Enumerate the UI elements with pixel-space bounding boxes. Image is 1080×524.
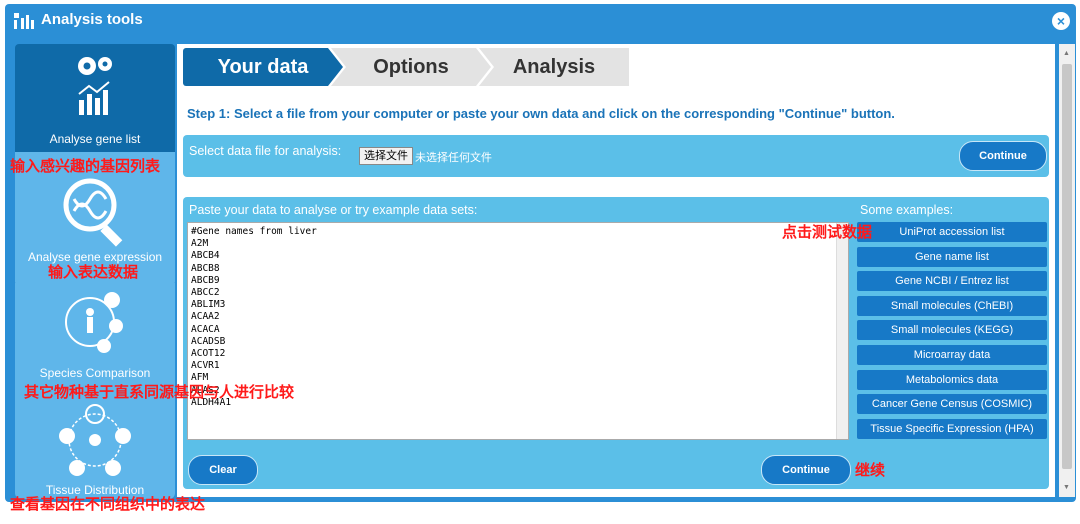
sidebar-item-label: Analyse gene list (49, 132, 141, 146)
file-panel: Select data file for analysis: 选择文件 未选择任… (183, 135, 1049, 177)
annotation-tissue: 查看基因在不同组织中的表达 (10, 496, 206, 513)
page-scrollbar[interactable]: ▲ ▼ (1059, 44, 1075, 497)
textarea-line: ACAA2 (191, 311, 220, 323)
example-button[interactable]: Small molecules (KEGG) (857, 320, 1047, 341)
annotation-continue: 继续 (855, 462, 886, 479)
tab-your-data[interactable]: Your data (183, 48, 343, 86)
example-button[interactable]: UniProt accession list (857, 222, 1047, 242)
file-label: Select data file for analysis: (189, 144, 342, 158)
textarea-line: ABCC2 (191, 287, 220, 299)
paste-label: Paste your data to analyse or try exampl… (189, 203, 478, 217)
annotation-expression: 输入表达数据 (48, 264, 139, 281)
textarea-line: ACOT12 (191, 348, 226, 360)
choose-file-button[interactable]: 选择文件 (359, 147, 413, 165)
textarea-line: ACVR1 (191, 360, 220, 372)
example-button[interactable]: Small molecules (ChEBI) (857, 295, 1047, 316)
textarea-scrollbar[interactable] (836, 223, 848, 439)
step-instruction: Step 1: Select a file from your computer… (187, 106, 895, 121)
textarea-line: ABCB9 (191, 274, 220, 286)
example-button[interactable]: Gene name list (857, 246, 1047, 267)
paste-textarea[interactable]: #Gene names from liver A2M ABCB4 ABCB8 ABCB9… (187, 222, 849, 440)
textarea-line: A2M (191, 238, 209, 250)
examples-label: Some examples: (860, 203, 954, 217)
example-button[interactable]: Microarray data (857, 345, 1047, 365)
textarea-line: ACACA (191, 323, 220, 335)
file-status: 未选择任何文件 (415, 152, 492, 164)
title-bar: Analysis tools × (5, 4, 1076, 36)
file-continue-button[interactable]: Continue (959, 141, 1047, 171)
organs-icon (59, 404, 131, 476)
sidebar-item-species-comparison[interactable]: Species Comparison (15, 366, 175, 380)
example-button[interactable]: Tissue Specific Expression (HPA) (857, 418, 1047, 439)
dna-magnifier-icon (63, 178, 123, 247)
paste-panel: Paste your data to analyse or try exampl… (183, 197, 1049, 489)
window-title: Analysis tools (41, 11, 143, 28)
species-icon (65, 292, 123, 353)
textarea-line: ABCB8 (191, 262, 220, 274)
annotation-test-data: 点击测试数据 (782, 224, 873, 241)
tab-analysis[interactable]: Analysis (479, 48, 629, 86)
annotation-species: 其它物种基于直系同源基因与人进行比较 (24, 384, 295, 401)
annotation-gene-list: 输入感兴趣的基因列表 (10, 158, 161, 175)
textarea-line: #Gene names from liver (191, 226, 317, 237)
textarea-line: ABLIM3 (191, 299, 226, 311)
tab-options[interactable]: Options (331, 48, 491, 86)
example-button[interactable]: Cancer Gene Census (COSMIC) (857, 394, 1047, 415)
scroll-thumb[interactable] (1062, 64, 1072, 469)
main-content: Your data Options Analysis Step 1: Selec… (177, 44, 1055, 497)
scroll-up-arrow[interactable]: ▲ (1063, 50, 1070, 57)
analysis-tools-icon (14, 13, 34, 29)
paste-continue-button[interactable]: Continue (761, 455, 851, 485)
clear-button[interactable]: Clear (188, 455, 258, 485)
close-button[interactable]: × (1052, 12, 1070, 30)
textarea-line: ACADSB (191, 335, 226, 347)
sidebar-item-gene-list[interactable]: Analyse gene list (15, 44, 175, 152)
example-button[interactable]: Metabolomics data (857, 369, 1047, 390)
scroll-down-arrow[interactable]: ▼ (1063, 484, 1070, 491)
gears-chart-icon (78, 57, 112, 115)
textarea-line: ABCB4 (191, 250, 220, 262)
analysis-tools-window: Analysis tools × Analyse gene list Analy… (5, 4, 1076, 502)
example-button[interactable]: Gene NCBI / Entrez list (857, 271, 1047, 292)
